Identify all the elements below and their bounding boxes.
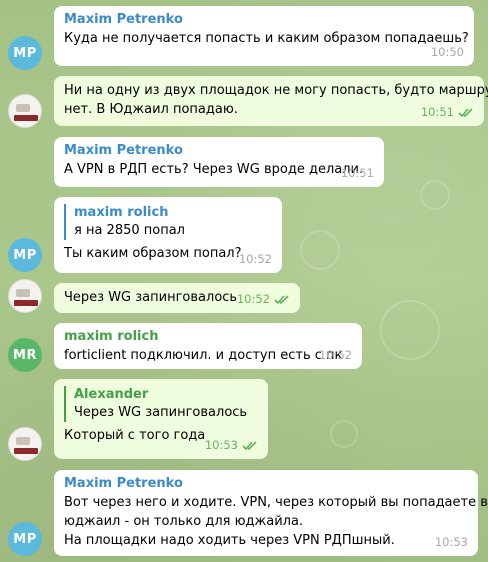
message-text: юджаил - он только для юджайла. (64, 514, 304, 529)
background-doodle (380, 300, 440, 360)
message-meta: 10:51 (341, 164, 374, 183)
avatar-photo-detail (16, 104, 30, 112)
message-meta: 10:50 (431, 43, 464, 62)
message-bubble[interactable]: Maxim Petrenko А VPN в РДП есть? Через W… (54, 137, 384, 187)
background-doodle (330, 420, 358, 448)
message-bubble[interactable]: maxim rolich forticlient подключил. и до… (54, 323, 362, 369)
quote-sender: maxim rolich (74, 205, 169, 220)
double-check-icon (274, 294, 289, 304)
sender-name[interactable]: Maxim Petrenko (64, 11, 464, 29)
message-text: Куда не получается попасть и каким образ… (64, 31, 469, 46)
message-text: На площадки надо ходить через VPN РДПшны… (64, 533, 395, 548)
message-text: А VPN в РДП есть? Через WG вроде делали. (64, 162, 364, 177)
sender-name[interactable]: maxim rolich (64, 328, 352, 346)
avatar-photo-detail (14, 300, 38, 306)
message-time: 10:52 (236, 292, 270, 306)
message-meta: 10:51 (421, 103, 474, 122)
sender-name[interactable]: Maxim Petrenko (64, 142, 374, 160)
quote-text: Через WG запинговалось (74, 405, 248, 420)
message-time: 10:53 (434, 535, 468, 549)
message-bubble[interactable]: Через WG запинговалось 10:52 (54, 283, 300, 313)
avatar-maxim-petrenko[interactable]: MP (8, 36, 42, 70)
message-time: 10:52 (318, 348, 352, 362)
avatar-maxim-rolich[interactable]: MR (8, 338, 42, 372)
avatar-photo-detail (14, 448, 38, 454)
reply-quote[interactable]: maxim rolich я на 2850 попал (64, 204, 272, 240)
background-doodle (300, 230, 340, 270)
avatar-user-photo[interactable] (8, 279, 42, 313)
double-check-icon (242, 440, 257, 450)
double-check-icon (458, 107, 473, 117)
avatar-photo-detail (14, 115, 38, 121)
message-meta: 10:53 (435, 533, 468, 552)
message-bubble[interactable]: Maxim Petrenko Куда не получается попаст… (54, 6, 474, 66)
message-time: 10:51 (420, 105, 454, 119)
quote-sender: Alexander (74, 387, 149, 402)
background-doodle (420, 180, 450, 210)
avatar-maxim-petrenko[interactable]: MP (8, 238, 42, 272)
message-time: 10:52 (238, 252, 272, 266)
message-time: 10:51 (340, 166, 374, 180)
avatar-user-photo[interactable] (8, 94, 42, 128)
message-text: Вот через него и ходите. VPN, через кото… (64, 495, 488, 510)
avatar-photo-detail (16, 289, 30, 297)
avatar-maxim-petrenko[interactable]: MP (8, 522, 42, 556)
message-meta: 10:52 (239, 250, 272, 269)
quote-text: я на 2850 попал (74, 223, 185, 238)
message-bubble[interactable]: maxim rolich я на 2850 попал Ты каким об… (54, 197, 282, 273)
avatar-user-photo[interactable] (8, 427, 42, 461)
message-time: 10:50 (430, 45, 464, 59)
message-time: 10:53 (204, 438, 238, 452)
message-meta: 10:53 (205, 436, 258, 455)
message-meta: 10:52 (237, 290, 290, 309)
message-meta: 10:52 (319, 346, 352, 365)
message-text: forticlient подключил. и доступ есть с п… (64, 348, 343, 363)
message-text: Ни на одну из двух площадок не могу попа… (64, 83, 488, 98)
message-bubble[interactable]: Ни на одну из двух площадок не могу попа… (54, 76, 488, 126)
message-text: нет. В Юджаил попадаю. (64, 102, 238, 117)
message-bubble[interactable]: Alexander Через WG запинговалось Который… (54, 379, 268, 459)
avatar-photo-detail (16, 437, 30, 445)
reply-quote[interactable]: Alexander Через WG запинговалось (64, 386, 258, 422)
message-bubble[interactable]: Maxim Petrenko Вот через него и ходите. … (54, 470, 488, 556)
sender-name[interactable]: Maxim Petrenko (64, 475, 468, 493)
